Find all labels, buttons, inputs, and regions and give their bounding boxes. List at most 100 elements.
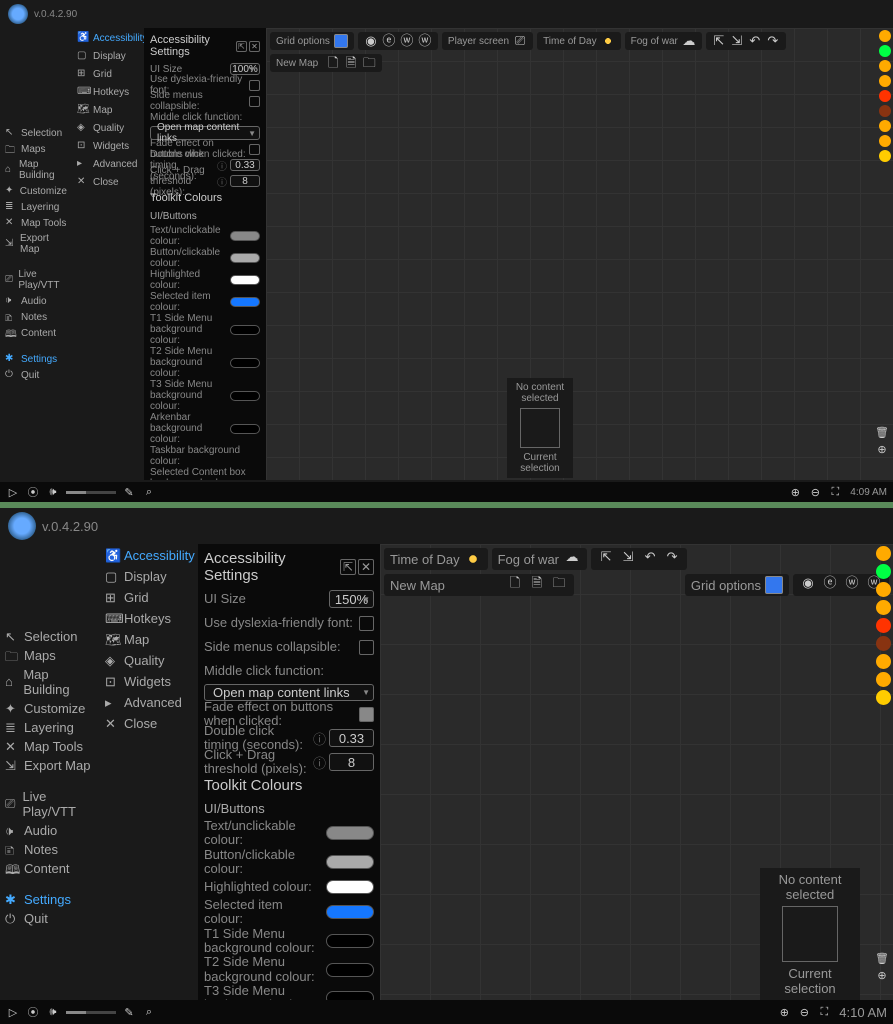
search-icon[interactable]: ⌕: [142, 485, 156, 499]
sidebar-item-quality[interactable]: ◈Quality: [74, 120, 142, 136]
open-icon[interactable]: 🗀: [362, 56, 376, 70]
edit-icon[interactable]: ✎: [122, 1005, 136, 1019]
fog-of-war-group[interactable]: Fog of war☁: [492, 548, 587, 570]
sidebar-item-layering[interactable]: ≣Layering: [2, 718, 98, 737]
wind-icon[interactable]: ⓔ: [382, 34, 396, 48]
sidebar-item-settings[interactable]: ✱Settings: [2, 351, 70, 367]
export-icon[interactable]: ⇲: [619, 550, 637, 568]
close-icon[interactable]: ✕: [249, 41, 260, 52]
sidebar-item-map-tools[interactable]: ✕Map Tools: [2, 737, 98, 756]
dock-dot[interactable]: [879, 45, 891, 57]
colour-swatch[interactable]: [230, 253, 260, 263]
sidebar-item-customize[interactable]: ✦Customize: [2, 699, 98, 718]
export-icon[interactable]: ⇲: [730, 34, 744, 48]
plus-icon[interactable]: ⊕: [788, 485, 802, 499]
volume-slider[interactable]: [66, 491, 116, 494]
sidebar-item-close[interactable]: ✕Close: [102, 714, 196, 733]
sidebar-item-notes[interactable]: 🗈Notes: [2, 309, 70, 325]
close-icon[interactable]: ✕: [358, 559, 374, 575]
fullscreen-icon[interactable]: ⛶: [828, 485, 842, 499]
stop-icon[interactable]: ⦿: [26, 485, 40, 499]
cast-icon[interactable]: ⎚: [513, 34, 527, 48]
sidebar-item-export-map[interactable]: ⇲Export Map: [2, 231, 70, 257]
popout-icon[interactable]: ⇱: [340, 559, 356, 575]
ui-size-dropdown[interactable]: 100%: [230, 63, 260, 75]
dblclick-input[interactable]: 0.33: [329, 729, 374, 747]
sidebar-item-grid[interactable]: ⊞Grid: [102, 588, 196, 607]
sidebar-item-display[interactable]: ▢Display: [102, 567, 196, 586]
dblclick-input[interactable]: 0.33: [230, 159, 260, 171]
colour-swatch[interactable]: [326, 826, 374, 840]
sidebar-item-notes[interactable]: 🗈Notes: [2, 840, 98, 859]
sidebar-item-quality[interactable]: ◈Quality: [102, 651, 196, 670]
sidebar-item-layering[interactable]: ≣Layering: [2, 199, 70, 215]
colour-swatch[interactable]: [326, 963, 374, 977]
grid-options-group[interactable]: Grid options: [270, 32, 354, 50]
sidebar-item-customize[interactable]: ✦Customize: [2, 183, 70, 199]
sidebar-item-live-play-vtt[interactable]: ⎚Live Play/VTT: [2, 787, 98, 821]
sidebar-item-widgets[interactable]: ⊡Widgets: [74, 138, 142, 154]
sidebar-item-maps[interactable]: 🗀Maps: [2, 646, 98, 665]
fog-of-war-group[interactable]: Fog of war☁: [625, 32, 702, 50]
info-icon[interactable]: ⓘ: [313, 753, 326, 772]
import-icon[interactable]: ⇱: [712, 34, 726, 48]
new-map-group[interactable]: New Map🗋🗎🗀: [270, 54, 382, 72]
sidebar-item-close[interactable]: ✕Close: [74, 174, 142, 190]
redo-icon[interactable]: ↷: [663, 550, 681, 568]
globe-icon[interactable]: ◉: [364, 34, 378, 48]
time-of-day-group[interactable]: Time of Day: [537, 32, 621, 50]
sidebar-item-selection[interactable]: ↖Selection: [2, 627, 98, 646]
collapsible-checkbox[interactable]: [359, 640, 374, 655]
time-of-day-group[interactable]: Time of Day: [384, 548, 488, 570]
info-icon[interactable]: ⓘ: [217, 174, 227, 189]
sidebar-item-export-map[interactable]: ⇲Export Map: [2, 756, 98, 775]
sidebar-item-widgets[interactable]: ⊡Widgets: [102, 672, 196, 691]
sidebar-item-map-building[interactable]: ⌂Map Building: [2, 157, 70, 183]
colour-swatch[interactable]: [230, 231, 260, 241]
colour-swatch[interactable]: [326, 905, 374, 919]
trash-icon[interactable]: 🗑: [875, 951, 889, 965]
stop-icon[interactable]: ⦿: [26, 1005, 40, 1019]
info-icon[interactable]: ⓘ: [313, 729, 326, 748]
grid-options-group[interactable]: Grid options: [685, 574, 789, 596]
dyslexia-checkbox[interactable]: [359, 616, 374, 631]
grid-icon[interactable]: [765, 576, 783, 594]
colour-swatch[interactable]: [230, 358, 260, 368]
sidebar-item-selection[interactable]: ↖Selection: [2, 125, 70, 141]
plus-icon[interactable]: ⊕: [777, 1005, 791, 1019]
sidebar-item-content[interactable]: 🕮Content: [2, 859, 98, 878]
sidebar-item-accessibility[interactable]: ♿Accessibility: [102, 546, 196, 565]
sun-icon[interactable]: [601, 34, 615, 48]
dyslexia-checkbox[interactable]: [249, 80, 260, 91]
sidebar-item-settings[interactable]: ✱Settings: [2, 890, 98, 909]
import-icon[interactable]: ⇱: [597, 550, 615, 568]
grid-icon[interactable]: [334, 34, 348, 48]
search-icon[interactable]: ⌕: [142, 1005, 156, 1019]
minus-icon[interactable]: ⊖: [797, 1005, 811, 1019]
save-icon[interactable]: 🗎: [344, 56, 358, 70]
colour-swatch[interactable]: [326, 880, 374, 894]
dock-dot[interactable]: [876, 654, 891, 669]
add-icon[interactable]: ⊕: [875, 442, 889, 456]
popout-icon[interactable]: ⇱: [236, 41, 247, 52]
speaker-icon[interactable]: 🕪: [46, 1005, 60, 1019]
dock-dot[interactable]: [876, 582, 891, 597]
cloud-icon[interactable]: ☁: [682, 34, 696, 48]
dock-dot[interactable]: [879, 120, 891, 132]
trash-icon[interactable]: 🗑: [875, 425, 889, 439]
sidebar-item-grid[interactable]: ⊞Grid: [74, 66, 142, 82]
info-icon[interactable]: ⓘ: [217, 158, 227, 173]
sidebar-item-hotkeys[interactable]: ⌨Hotkeys: [74, 84, 142, 100]
redo-icon[interactable]: ↷: [766, 34, 780, 48]
dock-dot[interactable]: [876, 672, 891, 687]
dock-dot[interactable]: [876, 600, 891, 615]
sidebar-item-advanced[interactable]: ▸Advanced: [102, 693, 196, 712]
sun-icon[interactable]: [464, 550, 482, 568]
fullscreen-icon[interactable]: ⛶: [817, 1005, 831, 1019]
dock-dot[interactable]: [879, 135, 891, 147]
sidebar-item-map-building[interactable]: ⌂Map Building: [2, 665, 98, 699]
colour-swatch[interactable]: [230, 275, 260, 285]
dock-dot[interactable]: [879, 90, 891, 102]
ui-size-dropdown[interactable]: 150%: [329, 590, 374, 608]
sidebar-item-map[interactable]: 🗺Map: [74, 102, 142, 118]
